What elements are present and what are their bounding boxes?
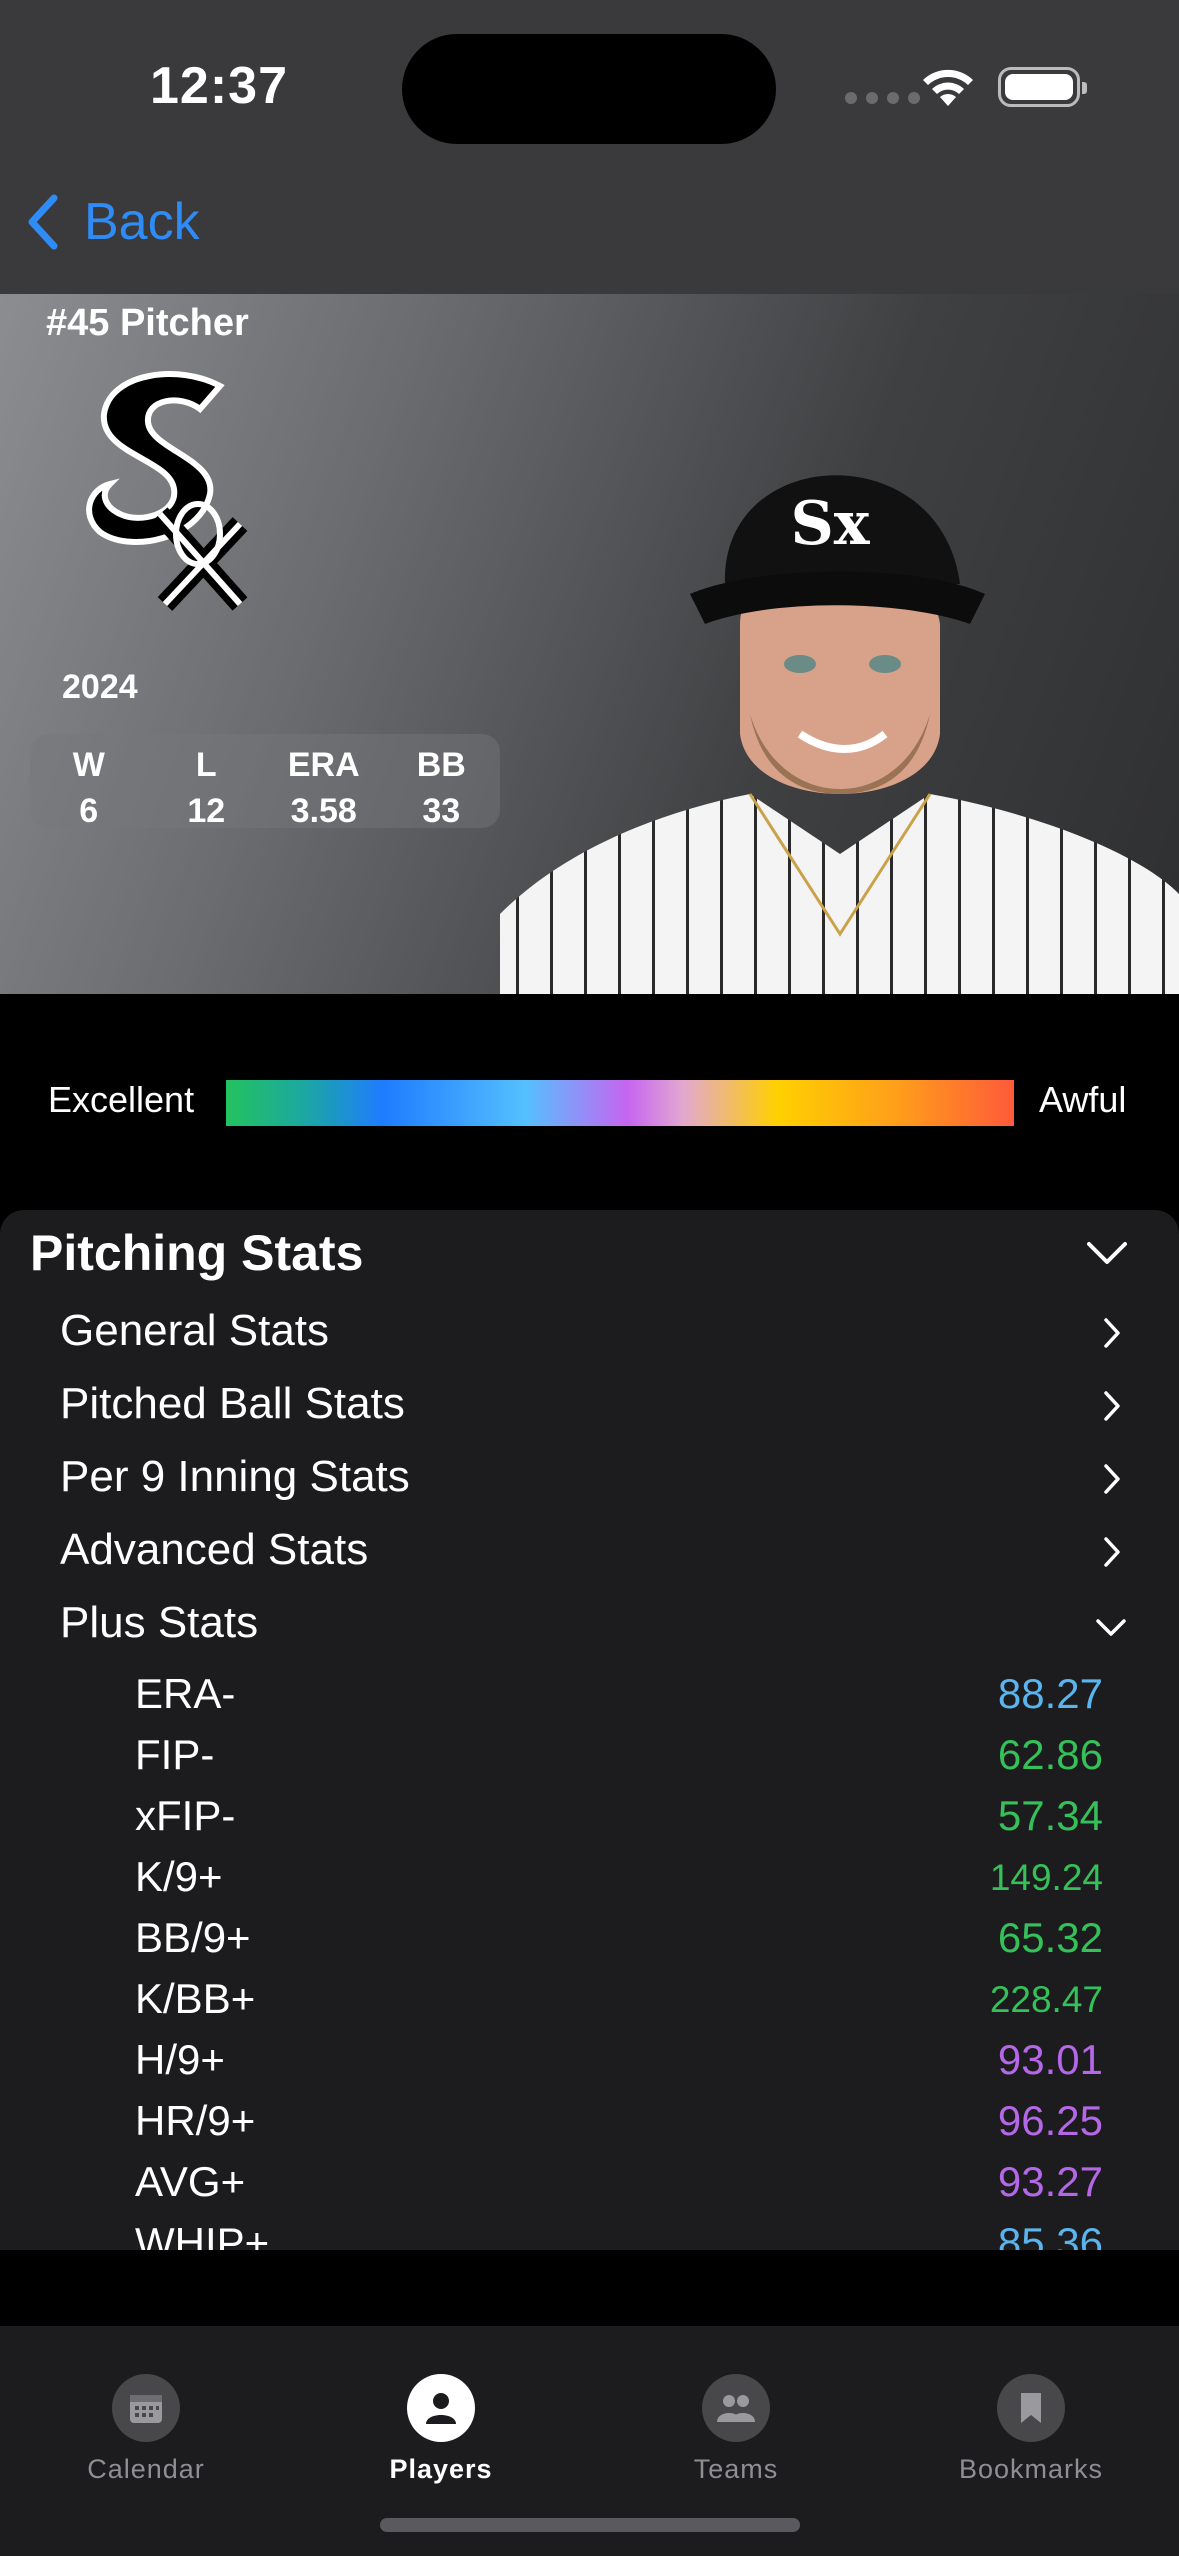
chevron-left-icon bbox=[28, 194, 58, 250]
category-general-stats[interactable]: General Stats bbox=[60, 1306, 329, 1356]
tab-calendar[interactable]: Calendar bbox=[46, 2374, 246, 2485]
category-pitched-ball-stats[interactable]: Pitched Ball Stats bbox=[60, 1379, 405, 1429]
home-indicator bbox=[380, 2518, 800, 2532]
season-stat-summary: W 6 L 12 ERA 3.58 BB 33 bbox=[30, 734, 500, 830]
chevron-down-icon[interactable] bbox=[1085, 1238, 1129, 1268]
dynamic-island bbox=[402, 34, 776, 144]
team-logo bbox=[86, 371, 248, 611]
legend-awful-label: Awful bbox=[1039, 1079, 1127, 1120]
top-bar: 12:37 Back bbox=[0, 0, 1179, 294]
tab-teams[interactable]: Teams bbox=[636, 2374, 836, 2485]
player-photo: Sx bbox=[500, 475, 1179, 994]
stat-row-fip-minus: FIP- 62.86 bbox=[135, 1731, 1103, 1778]
category-plus-stats[interactable]: Plus Stats bbox=[60, 1598, 258, 1648]
cellular-signal-icon bbox=[845, 92, 920, 104]
chevron-right-icon[interactable] bbox=[1102, 1316, 1122, 1350]
player-header: #45 Pitcher 2024 W 6 L 12 ERA 3.58 BB 33 bbox=[0, 294, 1179, 994]
chevron-right-icon[interactable] bbox=[1102, 1462, 1122, 1496]
rating-gradient-bar bbox=[226, 1080, 1014, 1126]
stat-row-kbb-plus: K/BB+ 228.47 bbox=[135, 1975, 1103, 2022]
category-per-9-inning-stats[interactable]: Per 9 Inning Stats bbox=[60, 1452, 410, 1502]
stat-row-whip-plus: WHIP+ 85.36 bbox=[135, 2219, 1103, 2250]
person-icon bbox=[407, 2374, 475, 2442]
pitching-stats-panel: Pitching Stats General Stats Pitched Bal… bbox=[0, 1210, 1179, 2250]
tab-players[interactable]: Players bbox=[341, 2374, 541, 2485]
back-button[interactable]: Back bbox=[26, 192, 200, 252]
stat-row-hr9-plus: HR/9+ 96.25 bbox=[135, 2097, 1103, 2144]
section-title-pitching-stats[interactable]: Pitching Stats bbox=[30, 1224, 363, 1282]
status-time: 12:37 bbox=[150, 57, 288, 115]
chevron-right-icon[interactable] bbox=[1102, 1535, 1122, 1569]
stat-row-h9-plus: H/9+ 93.01 bbox=[135, 2036, 1103, 2083]
legend-excellent-label: Excellent bbox=[48, 1079, 195, 1120]
chevron-right-icon[interactable] bbox=[1102, 1389, 1122, 1423]
stat-walks: BB 33 bbox=[416, 746, 466, 830]
stat-losses: L 12 bbox=[187, 746, 226, 830]
stat-era: ERA 3.58 bbox=[287, 746, 360, 830]
wifi-icon bbox=[923, 69, 973, 106]
back-label: Back bbox=[84, 193, 200, 251]
stat-row-bb9-plus: BB/9+ 65.32 bbox=[135, 1914, 1103, 1961]
jersey-position: #45 Pitcher bbox=[46, 302, 249, 344]
bookmark-icon bbox=[997, 2374, 1065, 2442]
stat-row-k9-plus: K/9+ 149.24 bbox=[135, 1853, 1103, 1900]
season-year: 2024 bbox=[62, 668, 138, 706]
stat-wins: W 6 bbox=[72, 746, 105, 830]
stat-row-avg-plus: AVG+ 93.27 bbox=[135, 2158, 1103, 2205]
svg-text:Sx: Sx bbox=[790, 489, 870, 559]
chevron-down-icon[interactable] bbox=[1094, 1616, 1128, 1638]
calendar-icon bbox=[112, 2374, 180, 2442]
stat-row-era-minus: ERA- 88.27 bbox=[135, 1670, 1103, 1717]
category-advanced-stats[interactable]: Advanced Stats bbox=[60, 1525, 368, 1575]
stat-row-xfip-minus: xFIP- 57.34 bbox=[135, 1792, 1103, 1839]
tab-bookmarks[interactable]: Bookmarks bbox=[931, 2374, 1131, 2485]
people-icon bbox=[702, 2374, 770, 2442]
battery-icon bbox=[998, 67, 1087, 107]
rating-legend: Excellent Awful bbox=[0, 1075, 1179, 1131]
